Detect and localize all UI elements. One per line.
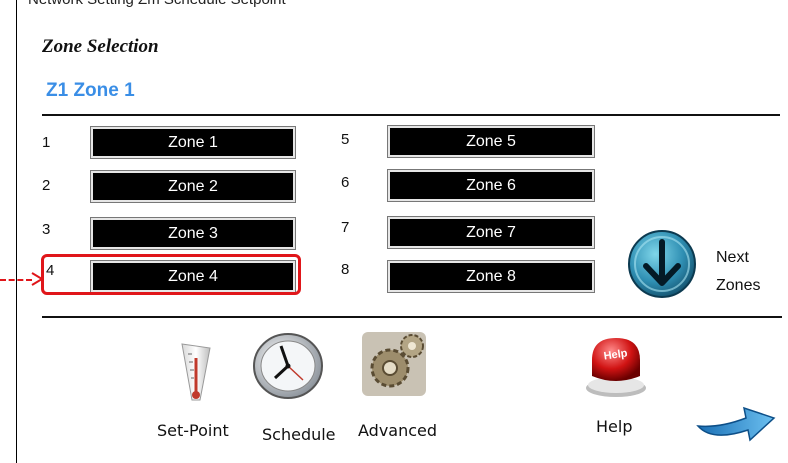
schedule-button[interactable] bbox=[251, 330, 325, 407]
clock-icon bbox=[253, 333, 323, 399]
zone-5-button[interactable]: Zone 5 bbox=[387, 125, 595, 158]
zone-8-button[interactable]: Zone 8 bbox=[387, 260, 595, 293]
zone-6-button[interactable]: Zone 6 bbox=[387, 169, 595, 202]
next-zones-button[interactable] bbox=[626, 228, 698, 300]
zone-number-8: 8 bbox=[341, 261, 350, 278]
setpoint-button[interactable] bbox=[176, 340, 216, 409]
zone-4-highlight-box bbox=[41, 254, 301, 295]
zone-number-1: 1 bbox=[42, 134, 51, 151]
advanced-label: Advanced bbox=[358, 421, 438, 440]
zone-3-button[interactable]: Zone 3 bbox=[90, 217, 296, 250]
zone-number-6: 6 bbox=[341, 174, 350, 191]
divider-bottom bbox=[42, 316, 782, 318]
advanced-button[interactable] bbox=[360, 330, 428, 403]
back-button[interactable] bbox=[692, 400, 780, 455]
current-zone: Z1 Zone 1 bbox=[46, 80, 135, 101]
zone-number-2: 2 bbox=[42, 177, 51, 194]
down-arrow-icon bbox=[628, 230, 696, 298]
divider-top bbox=[42, 114, 780, 116]
next-label-line2: Zones bbox=[716, 277, 761, 294]
zone-number-7: 7 bbox=[341, 219, 350, 236]
gears-icon bbox=[362, 332, 426, 396]
zone-7-button[interactable]: Zone 7 bbox=[387, 216, 595, 249]
annotation-arrow-line bbox=[0, 279, 32, 281]
next-zones-label: Next Zones bbox=[716, 244, 776, 300]
help-label: Help bbox=[596, 417, 633, 436]
schedule-label: Schedule bbox=[262, 425, 336, 444]
help-button-icon: Help bbox=[586, 338, 646, 397]
zone-1-button[interactable]: Zone 1 bbox=[90, 126, 296, 159]
zone-number-5: 5 bbox=[341, 131, 350, 148]
annotation-arrowhead-icon bbox=[31, 272, 44, 286]
back-arrow-icon bbox=[696, 406, 776, 442]
thermometer-icon bbox=[181, 343, 211, 401]
section-title: Zone Selection bbox=[42, 36, 159, 57]
setpoint-label: Set-Point bbox=[157, 421, 229, 440]
window-title-cut: Network Setting Zm Schedule Setpoint bbox=[28, 0, 286, 8]
zone-number-3: 3 bbox=[42, 221, 51, 238]
help-button[interactable]: Help bbox=[578, 330, 654, 405]
zone-2-button[interactable]: Zone 2 bbox=[90, 170, 296, 203]
next-label-line1: Next bbox=[716, 249, 749, 266]
